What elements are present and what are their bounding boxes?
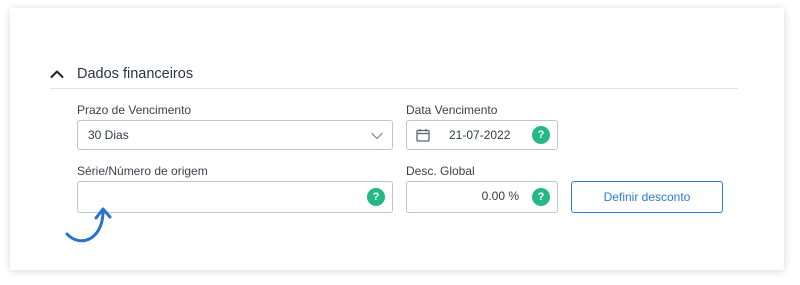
section-toggle[interactable]: Dados financeiros [50,60,738,88]
desc-global-input[interactable]: 0.00 % ? [406,181,558,213]
section-divider [50,88,738,89]
chevron-up-icon [50,70,64,78]
date-label: Data Vencimento [406,103,498,117]
question-icon[interactable]: ? [532,188,550,206]
question-icon[interactable]: ? [367,188,385,206]
desc-label: Desc. Global [406,164,475,178]
define-discount-button[interactable]: Definir desconto [571,181,723,213]
prazo-label: Prazo de Vencimento [77,103,192,117]
chevron-down-icon [371,132,383,140]
desc-value: 0.00 % [481,189,519,203]
question-icon[interactable]: ? [532,126,550,144]
curved-arrow-icon [65,207,112,243]
prazo-select[interactable]: 30 Dias [77,120,393,150]
calendar-icon[interactable] [416,128,430,142]
section-title: Dados financeiros [77,66,194,82]
serie-label: Série/Número de origem [77,164,208,178]
serie-input[interactable]: ? [77,181,393,213]
prazo-value: 30 Dias [88,128,129,142]
date-value: 21-07-2022 [449,128,511,142]
due-date-field[interactable]: 21-07-2022 ? [406,120,558,150]
